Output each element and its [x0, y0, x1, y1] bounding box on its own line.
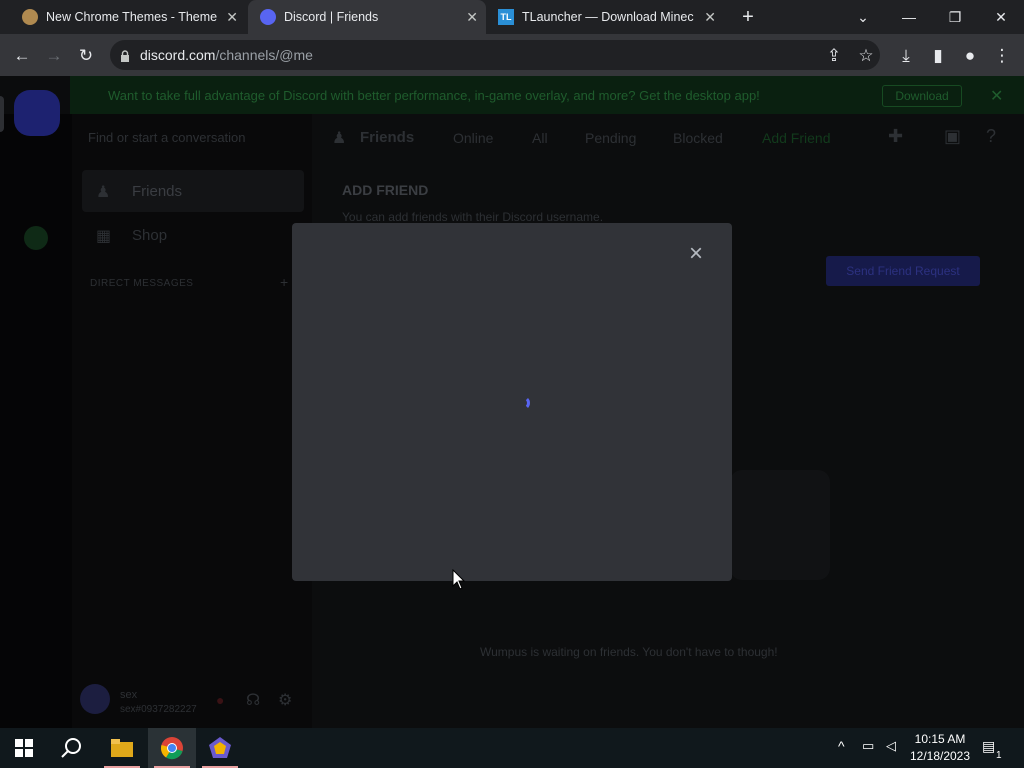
wumpus-illustration: [730, 470, 830, 580]
tlauncher-icon: TL: [498, 9, 514, 25]
send-friend-request-button[interactable]: Send Friend Request: [826, 256, 980, 286]
shop-icon: ▦: [96, 228, 112, 245]
close-tab-icon[interactable]: ✕: [466, 9, 478, 26]
search-icon[interactable]: [48, 728, 96, 768]
close-tab-icon[interactable]: ✕: [226, 9, 238, 26]
empty-state-text: Wumpus is waiting on friends. You don't …: [480, 645, 778, 659]
tab-search-icon[interactable]: ⌄: [840, 0, 886, 34]
url-path: /channels/@me: [215, 47, 313, 63]
file-explorer-icon[interactable]: [98, 728, 146, 768]
clock-time: 10:15 AM: [914, 732, 966, 746]
user-tag: sex#0937282227: [120, 704, 197, 715]
loading-spinner-icon: [516, 396, 530, 410]
share-icon[interactable]: ⇪: [822, 44, 846, 68]
tab-themebeta[interactable]: New Chrome Themes - ThemeBeta ✕: [10, 0, 246, 34]
tab-label: New Chrome Themes - ThemeBeta: [46, 10, 218, 24]
conversation-search-input[interactable]: Find or start a conversation: [88, 130, 246, 145]
settings-gear-icon[interactable]: ⚙: [278, 690, 292, 710]
volume-muted-icon[interactable]: ◁: [886, 738, 896, 754]
help-icon[interactable]: ?: [986, 126, 996, 147]
lock-icon[interactable]: [120, 49, 130, 62]
download-app-button[interactable]: Download: [882, 85, 962, 107]
home-indicator: [0, 96, 4, 132]
explore-servers-icon[interactable]: [24, 226, 48, 250]
tab-blocked[interactable]: Blocked: [673, 130, 723, 146]
tab-discord-friends[interactable]: Discord | Friends ✕: [248, 0, 486, 34]
sidebar-item-label: Friends: [132, 183, 183, 200]
username: sex: [120, 689, 138, 701]
tab-label: TLauncher — Download Minecraft: [522, 10, 694, 24]
friends-icon: ♟: [96, 184, 111, 201]
tab-online[interactable]: Online: [453, 130, 493, 146]
mouse-cursor-icon: [452, 568, 466, 591]
app-taskbar-icon[interactable]: [196, 728, 244, 768]
windows-start-icon[interactable]: [0, 728, 48, 768]
reload-icon[interactable]: ↻: [74, 44, 98, 68]
tab-label: Discord | Friends: [284, 10, 379, 24]
tab-tlauncher[interactable]: TL TLauncher — Download Minecraft ✕: [488, 0, 724, 34]
url-host: discord.com: [140, 47, 216, 63]
discord-icon: [260, 9, 276, 25]
banner-text: Want to take full advantage of Discord w…: [108, 87, 760, 103]
loading-modal: [292, 223, 732, 581]
inbox-icon[interactable]: ▣: [944, 126, 961, 147]
close-window-button[interactable]: ✕: [978, 0, 1024, 34]
direct-messages-heading: DIRECT MESSAGES: [90, 278, 194, 289]
show-hidden-icons-icon[interactable]: ^: [838, 738, 845, 754]
bookmark-star-icon[interactable]: ☆: [854, 44, 878, 68]
new-group-dm-icon[interactable]: ✚: [888, 126, 903, 147]
page-title: Friends: [360, 129, 415, 146]
restore-button[interactable]: ❐: [932, 0, 978, 34]
add-friend-subtext: You can add friends with their Discord u…: [342, 210, 604, 224]
avatar[interactable]: [80, 684, 110, 714]
profile-icon[interactable]: ●: [958, 44, 982, 68]
headphones-icon[interactable]: ☊: [246, 690, 260, 710]
network-icon[interactable]: ▭: [862, 738, 874, 754]
minimize-button[interactable]: —: [886, 0, 932, 34]
modal-close-button[interactable]: ×: [684, 242, 708, 266]
themebeta-icon: [22, 9, 38, 25]
create-dm-icon[interactable]: +: [280, 274, 288, 290]
new-tab-button[interactable]: +: [738, 6, 758, 28]
mute-microphone-icon[interactable]: ●: [216, 692, 224, 708]
sidebar-item-shop[interactable]: Shop: [132, 227, 167, 244]
chrome-menu-icon[interactable]: ⋮: [990, 44, 1014, 68]
forward-arrow-icon[interactable]: →: [42, 44, 66, 68]
clock-date: 12/18/2023: [909, 749, 971, 763]
tab-all[interactable]: All: [532, 130, 548, 146]
tab-pending[interactable]: Pending: [585, 130, 636, 146]
tab-add-friend[interactable]: Add Friend: [762, 130, 830, 146]
add-friend-heading: ADD FRIEND: [342, 182, 429, 198]
server-sidebar: [0, 114, 72, 728]
chrome-taskbar-icon[interactable]: [148, 728, 196, 768]
close-banner-icon[interactable]: ✕: [990, 86, 1003, 106]
discord-home-icon[interactable]: [14, 90, 60, 136]
close-tab-icon[interactable]: ✕: [704, 9, 716, 26]
friends-header-icon: ♟: [332, 130, 347, 147]
notification-count-badge: 1: [996, 750, 1002, 761]
side-panel-icon[interactable]: ▮: [926, 44, 950, 68]
back-arrow-icon[interactable]: ←: [10, 44, 34, 68]
address-bar[interactable]: discord.com/channels/@me: [110, 40, 880, 70]
desktop-app-banner: Want to take full advantage of Discord w…: [70, 76, 1024, 114]
download-icon[interactable]: ⤓: [894, 44, 918, 68]
sidebar-item-friends[interactable]: [82, 170, 304, 212]
taskbar-clock[interactable]: 10:15 AM 12/18/2023: [904, 731, 976, 765]
